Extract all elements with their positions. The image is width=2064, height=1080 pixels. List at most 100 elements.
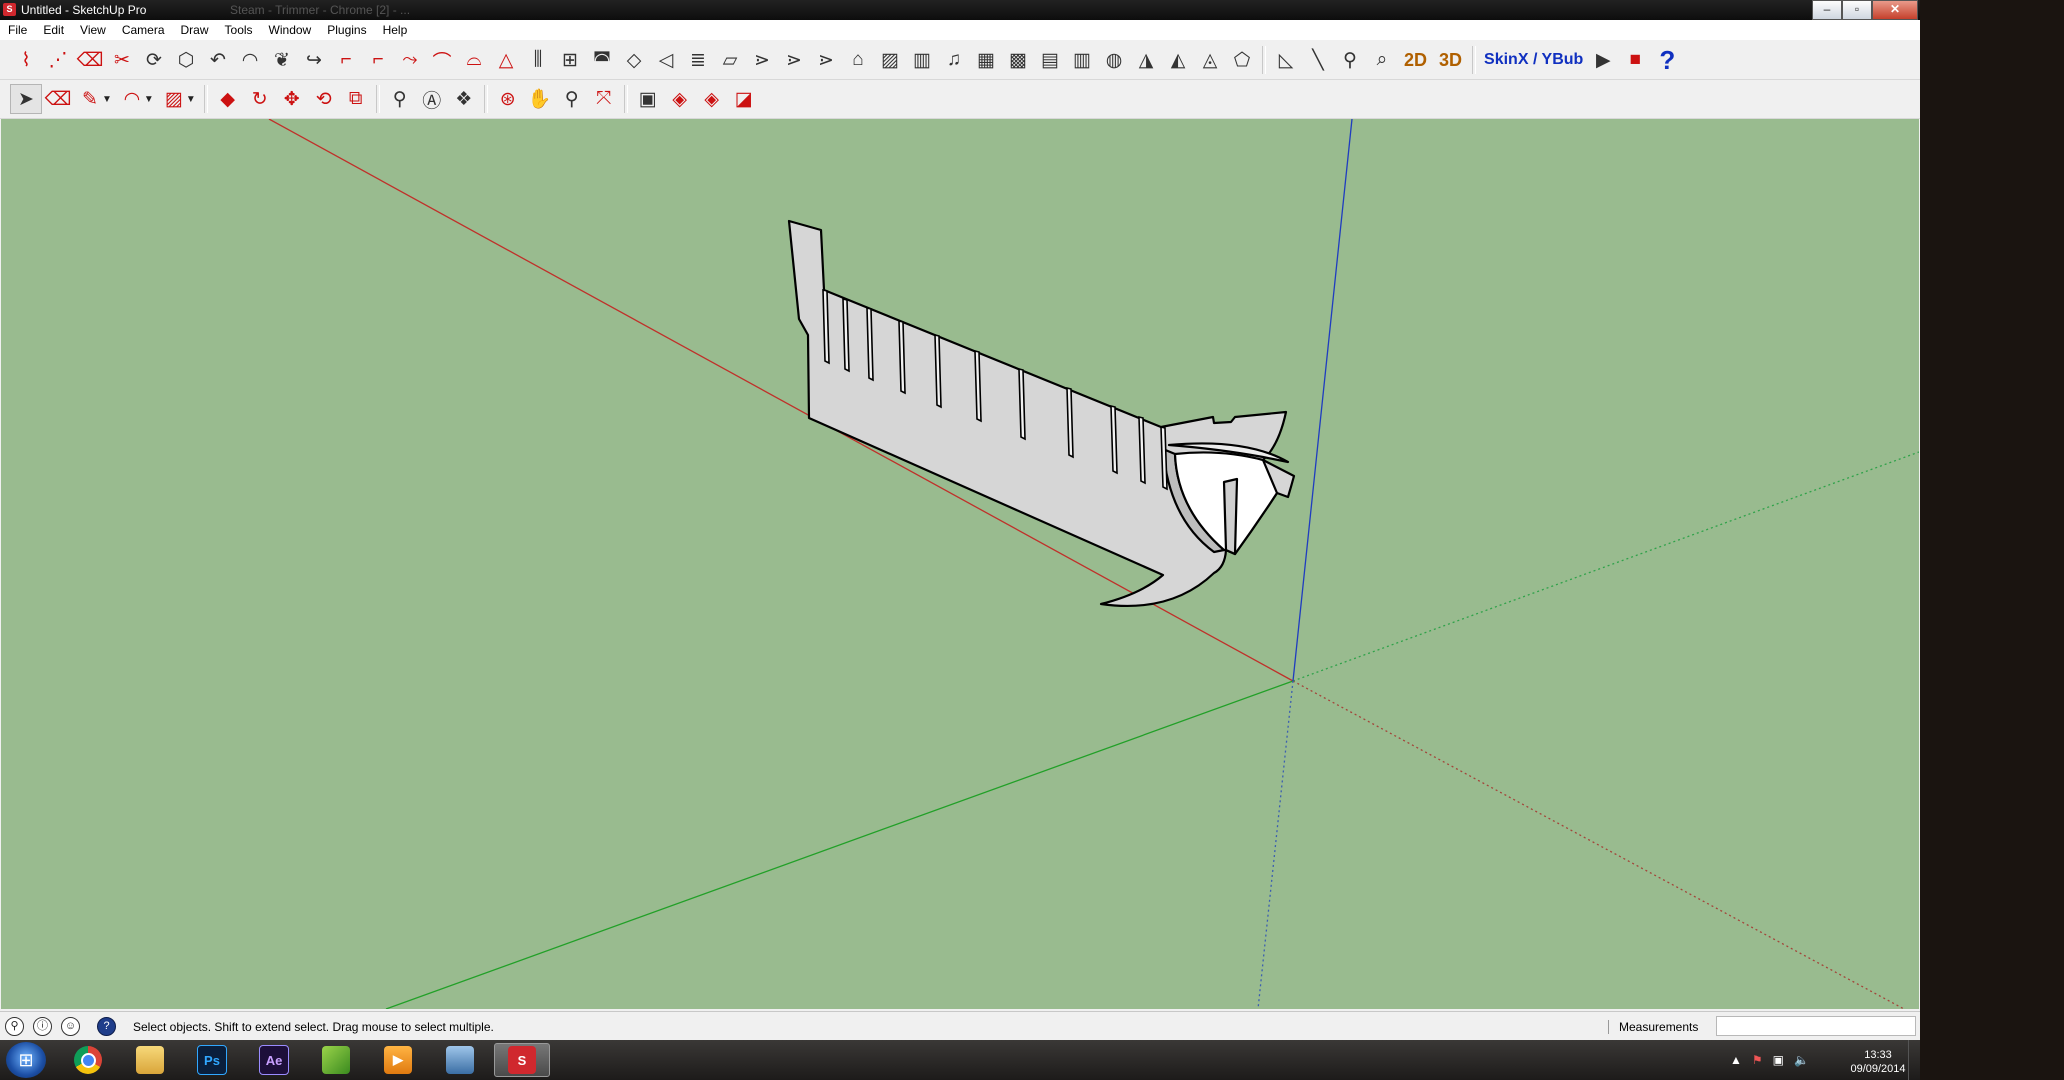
pan-icon[interactable]: ✋ — [524, 84, 556, 114]
select-icon[interactable]: ➤ — [10, 84, 42, 114]
restore-button[interactable]: ▫ — [1842, 0, 1872, 20]
minimize-button[interactable]: – — [1812, 0, 1842, 20]
weld-icon[interactable]: ⤳ — [394, 45, 426, 75]
menu-draw[interactable]: Draw — [173, 20, 217, 40]
menu-camera[interactable]: Camera — [114, 20, 173, 40]
zoom-extents-icon[interactable]: ⤧ — [588, 84, 620, 114]
arc-dropdown-icon[interactable]: ▼ — [144, 94, 154, 105]
menu-help[interactable]: Help — [375, 20, 416, 40]
help-question-icon[interactable]: ? — [1651, 45, 1683, 75]
ship-hull-model[interactable] — [787, 219, 1296, 608]
wedge-icon[interactable]: ◮ — [1130, 45, 1162, 75]
help-icon[interactable]: ? — [97, 1017, 116, 1036]
annotation-icon[interactable]: ⌕ — [1366, 45, 1398, 75]
text-icon[interactable]: Ⓐ — [416, 84, 448, 114]
dimension-icon[interactable]: ╲ — [1302, 45, 1334, 75]
menu-view[interactable]: View — [72, 20, 114, 40]
taskbar-media-player[interactable]: ▶ — [370, 1043, 426, 1077]
menu-tools[interactable]: Tools — [217, 20, 261, 40]
ring-icon[interactable]: ◭ — [1162, 45, 1194, 75]
styles-icon[interactable]: ◈ — [696, 84, 728, 114]
taskbar-sketch[interactable] — [308, 1043, 364, 1077]
wall-icon[interactable]: ▨ — [874, 45, 906, 75]
corner-icon[interactable]: ⌐ — [330, 45, 362, 75]
arch-icon[interactable]: ⌓ — [458, 45, 490, 75]
warehouse-icon[interactable]: ▣ — [632, 84, 664, 114]
bezier-icon[interactable]: ⌇ — [10, 45, 42, 75]
pencil-dropdown-icon[interactable]: ▼ — [102, 94, 112, 105]
play-icon[interactable]: ▶ — [1587, 45, 1619, 75]
sweep-icon[interactable]: ◇ — [618, 45, 650, 75]
taskbar-remote[interactable] — [432, 1043, 488, 1077]
rail2-icon[interactable]: ⋗ — [778, 45, 810, 75]
2d-toggle[interactable]: 2D — [1398, 50, 1433, 71]
title-bar[interactable]: S Untitled - SketchUp Pro Steam - Trimme… — [0, 0, 1920, 20]
action-center-icon[interactable]: ⚑ — [1752, 1053, 1763, 1067]
hatch-icon[interactable]: ▦ — [970, 45, 1002, 75]
hatch2-icon[interactable]: ▩ — [1002, 45, 1034, 75]
3d-toggle[interactable]: 3D — [1433, 50, 1468, 71]
paint-icon[interactable]: ❖ — [448, 84, 480, 114]
pushpull-icon[interactable]: ◆ — [212, 84, 244, 114]
mesh-icon[interactable]: ◍ — [1098, 45, 1130, 75]
scale-icon[interactable]: ⧉ — [340, 84, 372, 114]
follow-icon[interactable]: ↪ — [298, 45, 330, 75]
bridge-icon[interactable]: ⌂ — [842, 45, 874, 75]
geo-pin-icon[interactable]: ⚲ — [1334, 45, 1366, 75]
sphere-icon[interactable]: ◬ — [1194, 45, 1226, 75]
taskbar-after-effects[interactable]: Ae — [246, 1043, 302, 1077]
taskbar-photoshop[interactable]: Ps — [184, 1043, 240, 1077]
fence-icon[interactable]: ▥ — [906, 45, 938, 75]
taskbar-sketchup[interactable]: S — [494, 1043, 550, 1077]
rectangle-dropdown-icon[interactable]: ▼ — [186, 94, 196, 105]
geo-location-icon[interactable]: ⚲ — [5, 1017, 24, 1036]
bend-icon[interactable]: ↶ — [202, 45, 234, 75]
menu-plugins[interactable]: Plugins — [319, 20, 374, 40]
loft-icon[interactable]: ◠ — [234, 45, 266, 75]
menu-edit[interactable]: Edit — [35, 20, 72, 40]
start-button[interactable]: ⊞ — [6, 1042, 46, 1078]
lathe-icon[interactable]: ⊞ — [554, 45, 586, 75]
credits-icon[interactable]: ⓘ — [33, 1017, 52, 1036]
grid-icon[interactable]: ♫ — [938, 45, 970, 75]
taskbar-clock[interactable]: 13:33 09/09/2014 — [1848, 1048, 1908, 1076]
network-icon[interactable]: ▣ — [1773, 1053, 1784, 1067]
user-account-icon[interactable]: ☺ — [61, 1017, 80, 1036]
tape-icon[interactable]: ⚲ — [384, 84, 416, 114]
taskbar-chrome[interactable] — [60, 1043, 116, 1077]
followme-icon[interactable]: ↻ — [244, 84, 276, 114]
corner2-icon[interactable]: ⌐ — [362, 45, 394, 75]
orbit-icon[interactable]: ⊛ — [492, 84, 524, 114]
menu-file[interactable]: File — [0, 20, 35, 40]
menu-window[interactable]: Window — [261, 20, 320, 40]
show-desktop-button[interactable] — [1908, 1040, 1921, 1080]
volume-icon[interactable]: 🔈 — [1794, 1053, 1809, 1067]
cut-icon[interactable]: ✂ — [106, 45, 138, 75]
components-icon[interactable]: ◈ — [664, 84, 696, 114]
section-icon[interactable]: ◺ — [1270, 45, 1302, 75]
plane-icon[interactable]: ▱ — [714, 45, 746, 75]
3d-viewport[interactable] — [1, 119, 1919, 1009]
arrow-icon[interactable]: ◁ — [650, 45, 682, 75]
dome2-icon[interactable]: ⬠ — [1226, 45, 1258, 75]
eraser-curve-icon[interactable]: ⌫ — [74, 45, 106, 75]
hatch3-icon[interactable]: ▤ — [1034, 45, 1066, 75]
rail-icon[interactable]: ⋗ — [746, 45, 778, 75]
rotate-icon[interactable]: ⟲ — [308, 84, 340, 114]
stair-icon[interactable]: ≣ — [682, 45, 714, 75]
skin-icon[interactable]: ⌒ — [426, 45, 458, 75]
dome-icon[interactable]: ◚ — [586, 45, 618, 75]
zoom-icon[interactable]: ⚲ — [556, 84, 588, 114]
skinx-label[interactable]: SkinX / YBub — [1480, 51, 1587, 69]
measurements-input[interactable] — [1716, 1016, 1916, 1036]
eraser-icon[interactable]: ⌫ — [42, 84, 74, 114]
stop-icon[interactable]: ■ — [1619, 45, 1651, 75]
taskbar-explorer[interactable] — [122, 1043, 178, 1077]
rail3-icon[interactable]: ⋗ — [810, 45, 842, 75]
close-button[interactable]: ✕ — [1872, 0, 1918, 20]
polyline-icon[interactable]: ⋰ — [42, 45, 74, 75]
tray-expand-icon[interactable]: ▲ — [1730, 1053, 1742, 1067]
layers-icon[interactable]: ◪ — [728, 84, 760, 114]
cage-icon[interactable]: ▥ — [1066, 45, 1098, 75]
cone-icon[interactable]: △ — [490, 45, 522, 75]
